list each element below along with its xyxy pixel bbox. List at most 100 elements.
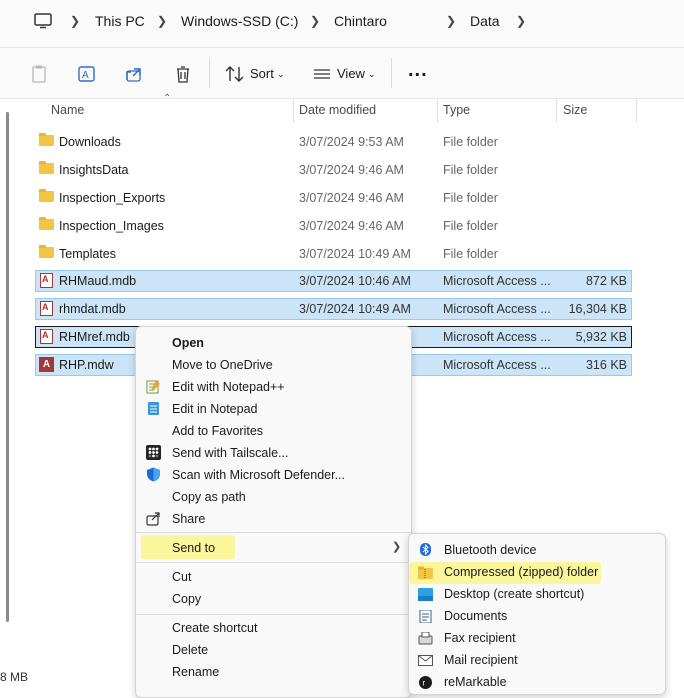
menu-divider (136, 562, 411, 563)
menu-item-rename[interactable]: Rename (172, 665, 219, 679)
column-header-type[interactable]: Type (443, 103, 470, 117)
breadcrumb-chintaro[interactable]: Chintaro (334, 13, 387, 29)
chevron-right-icon[interactable]: ❯ (70, 14, 80, 28)
send-to-compressed-folder[interactable]: Compressed (zipped) folder (444, 565, 598, 579)
file-type: Microsoft Access ... (443, 330, 551, 344)
menu-item-move-to-onedrive[interactable]: Move to OneDrive (172, 358, 273, 372)
remarkable-icon: r (419, 676, 432, 689)
file-row[interactable]: Templates 3/07/2024 10:49 AM File folder (35, 243, 632, 265)
file-size: 16,304 KB (568, 302, 627, 316)
send-to-documents[interactable]: Documents (444, 609, 507, 623)
file-row-selected[interactable]: RHMaud.mdb 3/07/2024 10:46 AM Microsoft … (35, 270, 632, 292)
notepad-plus-plus-icon (146, 380, 160, 394)
paste-icon[interactable] (28, 65, 50, 83)
sort-icon[interactable] (224, 65, 246, 83)
notepad-icon (148, 402, 159, 415)
menu-item-scan-defender[interactable]: Scan with Microsoft Defender... (172, 468, 345, 482)
documents-icon (419, 610, 432, 623)
chevron-down-icon[interactable]: ⌄ (368, 69, 376, 80)
breadcrumb-drive[interactable]: Windows-SSD (C:) (181, 13, 298, 29)
zip-folder-icon (418, 566, 433, 579)
sort-ascending-icon: ⌃ (163, 93, 172, 104)
send-to-remarkable[interactable]: reMarkable (444, 675, 507, 689)
status-selection-size: 8 MB (0, 670, 29, 684)
folder-icon (39, 133, 54, 146)
file-date: 3/07/2024 10:46 AM (299, 274, 411, 288)
bluetooth-icon (420, 543, 431, 556)
menu-item-edit-in-notepad[interactable]: Edit in Notepad (172, 402, 257, 416)
menu-item-copy[interactable]: Copy (172, 592, 201, 606)
column-divider[interactable] (437, 99, 438, 123)
column-divider[interactable] (556, 99, 557, 123)
menu-item-copy-as-path[interactable]: Copy as path (172, 490, 246, 504)
more-options-button[interactable]: ... (408, 59, 428, 82)
file-row-selected[interactable]: rhmdat.mdb 3/07/2024 10:49 AM Microsoft … (35, 298, 632, 320)
column-header-size[interactable]: Size (563, 103, 587, 117)
chevron-right-icon[interactable]: ❯ (446, 14, 456, 28)
view-button[interactable]: View (337, 66, 365, 81)
file-size: 872 KB (585, 274, 627, 288)
send-to-bluetooth[interactable]: Bluetooth device (444, 543, 536, 557)
access-workgroup-icon: A (39, 357, 54, 372)
menu-item-send-with-tailscale[interactable]: Send with Tailscale... (172, 446, 289, 460)
menu-item-create-shortcut[interactable]: Create shortcut (172, 621, 257, 635)
vertical-scrollbar[interactable] (6, 112, 9, 622)
svg-text:A: A (82, 70, 89, 81)
menu-item-edit-notepad-plus-plus[interactable]: Edit with Notepad++ (172, 380, 285, 394)
file-row[interactable]: Downloads 3/07/2024 9:53 AM File folder (35, 131, 632, 153)
menu-divider (136, 532, 411, 533)
file-name: Inspection_Exports (59, 191, 166, 205)
file-name: Downloads (59, 135, 121, 149)
column-divider[interactable] (636, 99, 637, 123)
command-bar: A Sort ⌄ View ⌄ ... (0, 48, 684, 99)
rename-icon[interactable]: A (76, 65, 98, 83)
column-header-date[interactable]: Date modified (299, 103, 376, 117)
send-to-desktop[interactable]: Desktop (create shortcut) (444, 587, 584, 601)
menu-item-send-to[interactable]: Send to (172, 541, 215, 555)
breadcrumb-this-pc[interactable]: This PC (95, 13, 145, 29)
column-divider[interactable] (293, 99, 294, 123)
access-db-icon (40, 273, 53, 288)
file-name: RHMref.mdb (59, 330, 130, 344)
menu-divider (136, 614, 411, 615)
file-name: InsightsData (59, 163, 129, 177)
chevron-right-icon[interactable]: ❯ (516, 14, 526, 28)
mail-icon (418, 655, 433, 666)
delete-icon[interactable] (172, 65, 194, 83)
file-name: Templates (59, 247, 116, 261)
file-row[interactable]: Inspection_Exports 3/07/2024 9:46 AM Fil… (35, 187, 632, 209)
file-row[interactable]: InsightsData 3/07/2024 9:46 AM File fold… (35, 159, 632, 181)
menu-item-open[interactable]: Open (172, 336, 204, 350)
view-icon[interactable] (312, 65, 334, 83)
address-bar: ❯ This PC ❯ Windows-SSD (C:) ❯ Chintaro … (0, 0, 684, 48)
sort-button[interactable]: Sort (250, 66, 274, 81)
file-type: Microsoft Access ... (443, 302, 551, 316)
access-db-icon (40, 301, 53, 316)
send-to-mail-recipient[interactable]: Mail recipient (444, 653, 518, 667)
file-size: 5,932 KB (575, 330, 627, 344)
chevron-right-icon[interactable]: ❯ (157, 14, 167, 28)
chevron-right-icon[interactable]: ❯ (310, 14, 320, 28)
column-header-name[interactable]: Name (51, 103, 84, 117)
file-type: File folder (443, 247, 498, 261)
file-name: Inspection_Images (59, 219, 164, 233)
menu-item-cut[interactable]: Cut (172, 570, 191, 584)
file-type: Microsoft Access ... (443, 358, 551, 372)
file-date: 3/07/2024 9:53 AM (299, 135, 404, 149)
chevron-right-icon: ❯ (392, 541, 402, 553)
computer-icon[interactable] (34, 13, 52, 29)
send-to-fax-recipient[interactable]: Fax recipient (444, 631, 516, 645)
menu-item-delete[interactable]: Delete (172, 643, 208, 657)
folder-icon (39, 189, 54, 202)
file-date: 3/07/2024 9:46 AM (299, 191, 404, 205)
share-icon[interactable] (124, 65, 146, 83)
breadcrumb-data[interactable]: Data (470, 13, 500, 29)
file-row[interactable]: Inspection_Images 3/07/2024 9:46 AM File… (35, 215, 632, 237)
chevron-down-icon[interactable]: ⌄ (277, 69, 285, 80)
file-date: 3/07/2024 9:46 AM (299, 163, 404, 177)
access-db-icon (40, 329, 53, 344)
menu-item-share[interactable]: Share (172, 512, 205, 526)
desktop-icon (418, 588, 433, 601)
share-icon (146, 512, 160, 526)
menu-item-add-to-favorites[interactable]: Add to Favorites (172, 424, 263, 438)
